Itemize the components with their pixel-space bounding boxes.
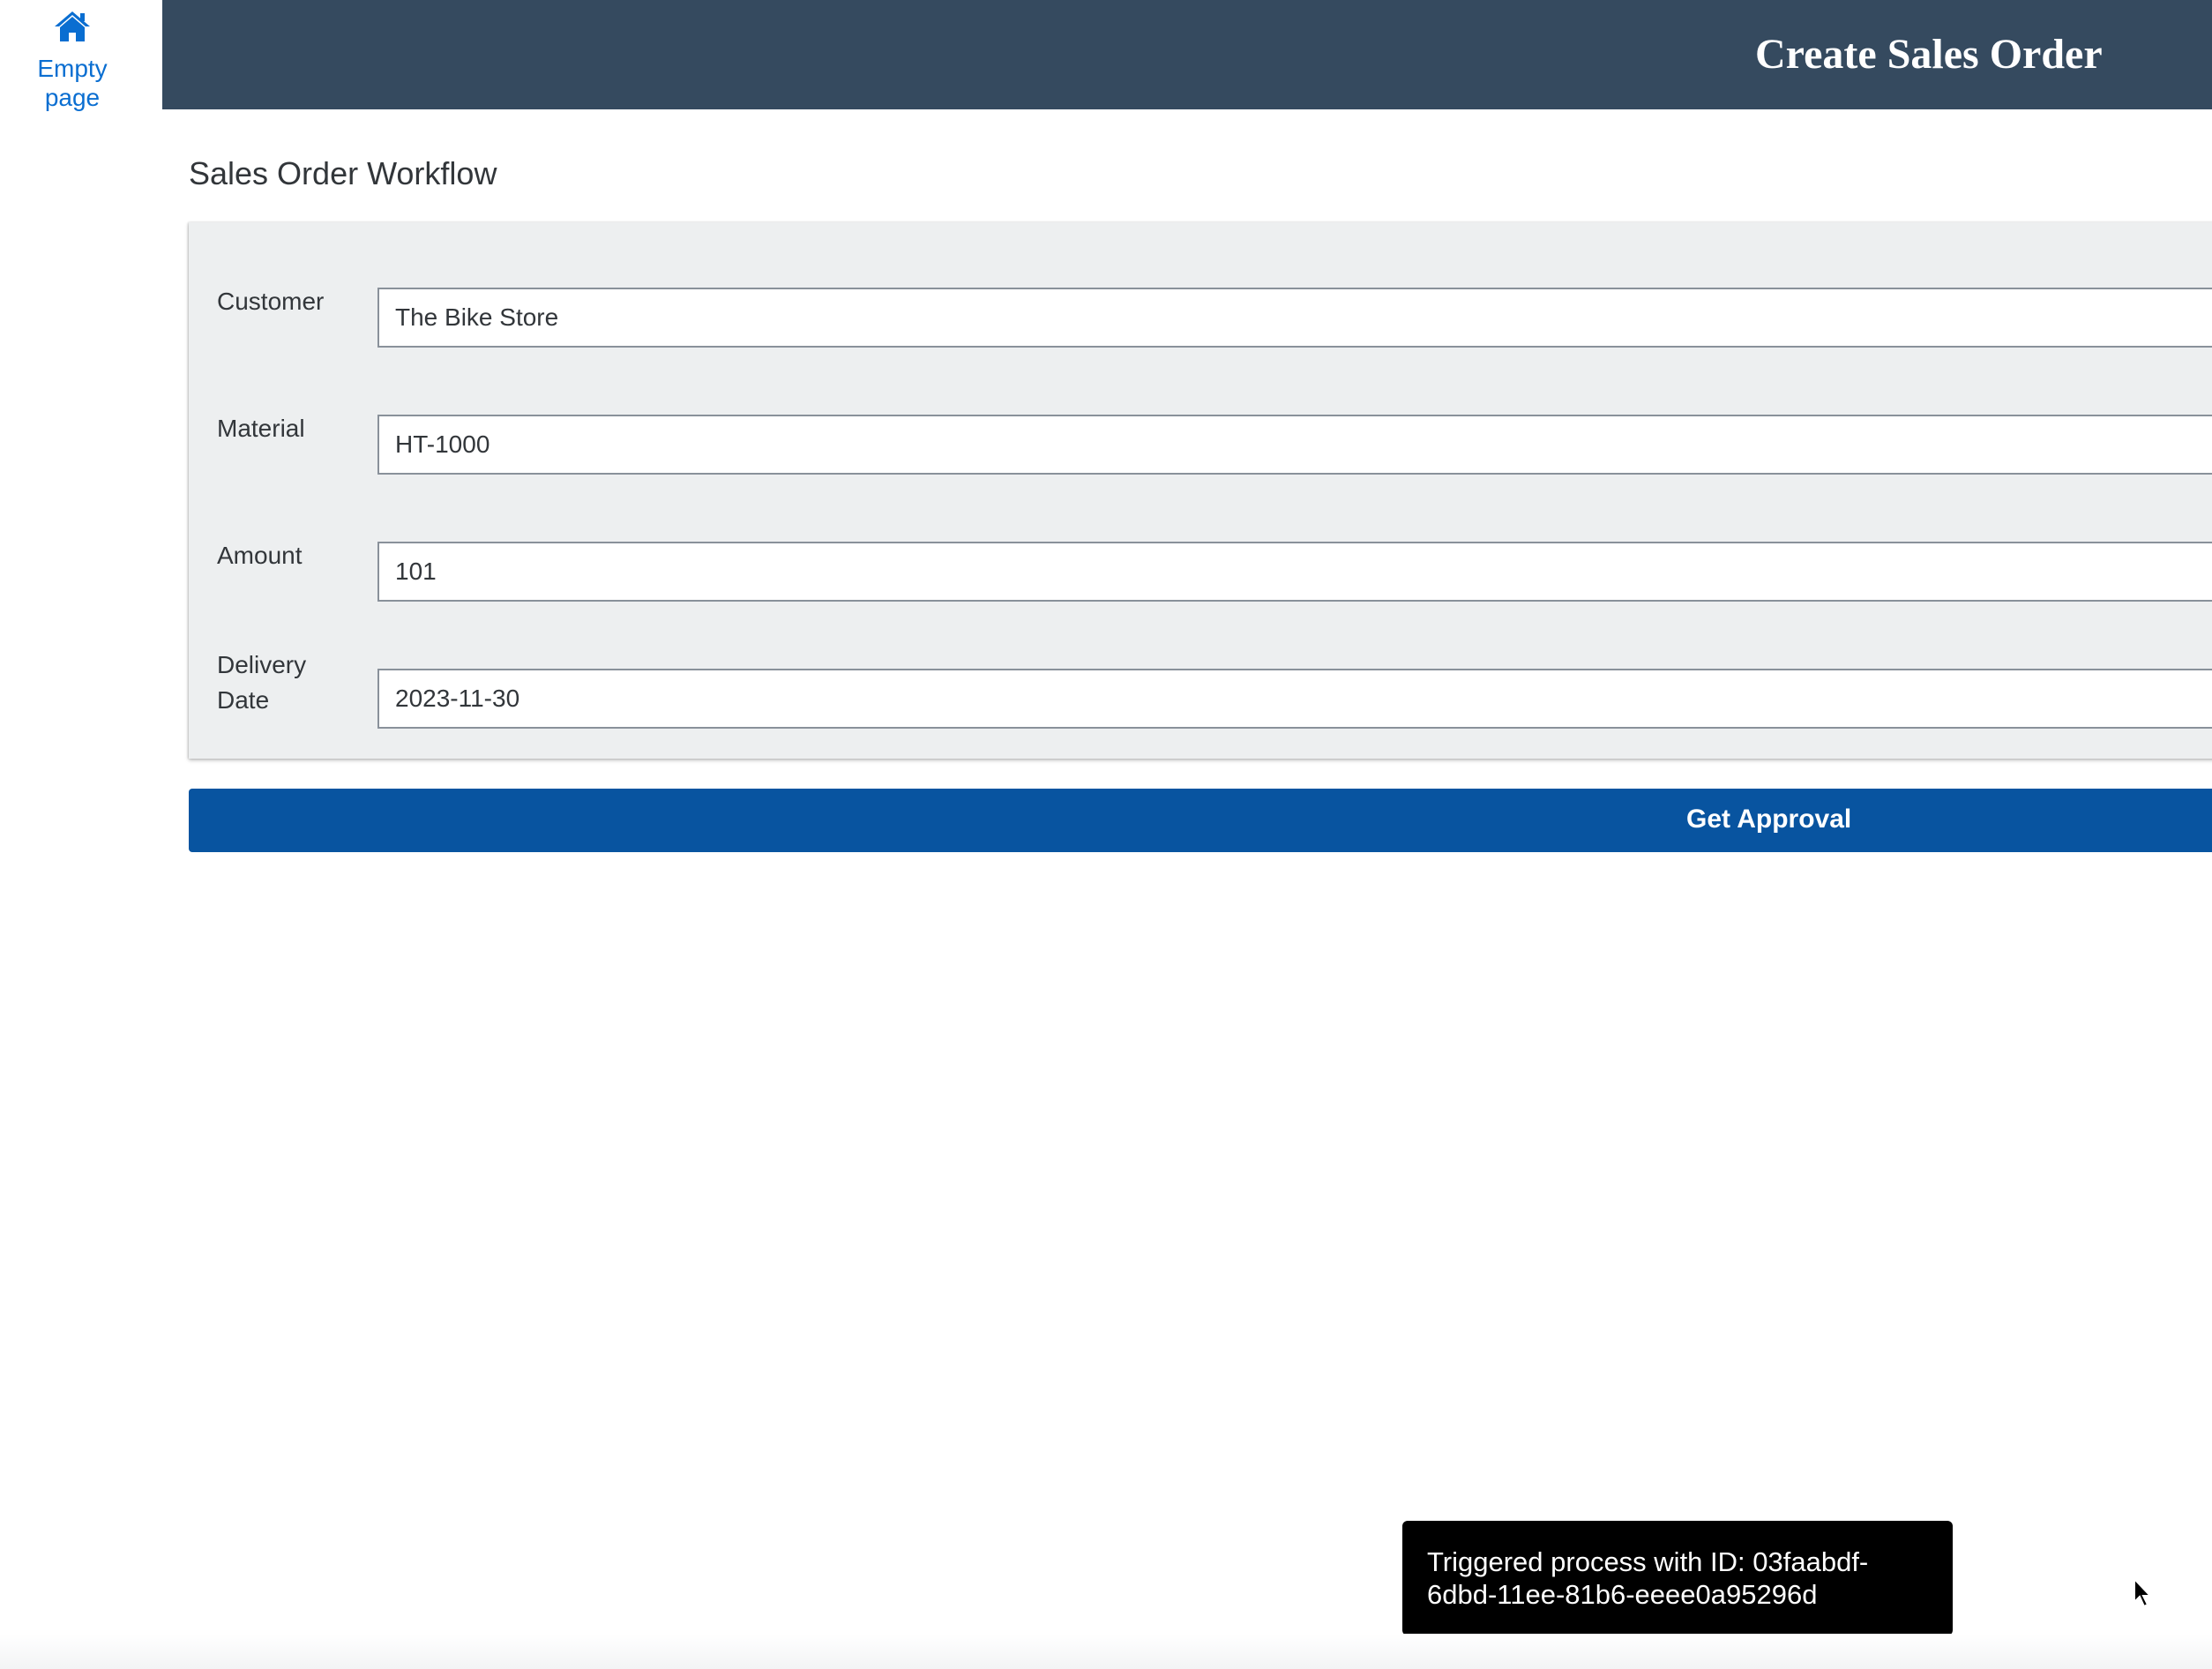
section-title: Sales Order Workflow [189,155,497,191]
mouse-pointer-icon [2134,1577,2153,1608]
get-approval-button[interactable]: Get Approval [189,789,2212,852]
material-label: Material [217,415,305,442]
side-navigation: Empty page [0,0,162,1669]
page-title: Create Sales Order [1755,31,2103,78]
footer-shadow [0,1634,2212,1669]
toast-message: Triggered process with ID: 03faabdf-6dbd… [1427,1546,1869,1610]
customer-input[interactable] [377,288,2212,348]
delivery-date-label: Delivery Date [217,651,307,714]
amount-input[interactable] [377,542,2212,602]
nav-item-label: Empty page [37,55,108,111]
home-icon-graphic [55,11,90,41]
material-input[interactable] [377,415,2212,475]
message-toast: Triggered process with ID: 03faabdf-6dbd… [1402,1521,1953,1635]
customer-label: Customer [217,288,325,315]
home-icon [53,9,92,49]
sales-order-form: Customer Material Amount Delivery Date [189,222,2212,759]
delivery-date-input[interactable] [377,669,2212,729]
nav-item-empty-page[interactable]: Empty page [0,9,145,112]
page-header: Create Sales Order [162,0,2212,109]
get-approval-label: Get Approval [1686,805,1852,834]
amount-label: Amount [217,542,303,569]
